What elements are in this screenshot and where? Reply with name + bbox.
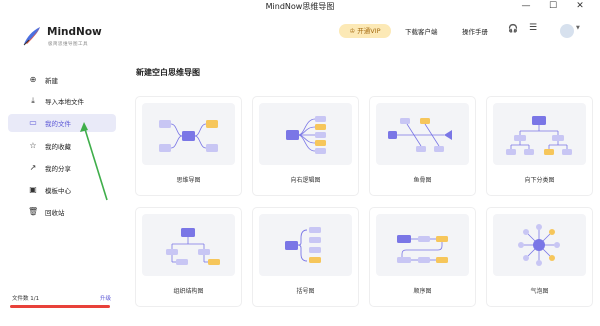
right-logic-diagram-icon [286,116,326,154]
down-tree-diagram-icon [506,116,572,155]
sidebar-item-my-files[interactable]: ▭ 我的文件 [8,114,116,132]
vip-button-label: 开通VIP [357,27,381,35]
headset-icon[interactable]: 🎧 [508,24,518,33]
sidebar-item-label: 我的收藏 [45,143,71,151]
app-name: MindNow [47,26,102,38]
upgrade-link[interactable]: 升级 [100,294,111,302]
sidebar-item-templates[interactable]: ▣ 模板中心 [8,181,116,199]
download-client-link[interactable]: 下载客户端 [405,26,438,36]
file-count: 文件数 1/1 [12,296,40,302]
window-title: MindNow思维导图 [265,2,335,11]
template-card-sequence[interactable]: 顺序图 [369,207,476,307]
main-content: ♔ 开通VIP 下载客户端 操作手册 🎧 ☰ ▼ 新建空白思维导图 思维导图 向… [124,14,600,326]
title-bar: MindNow思维导图 — ☐ ✕ [0,0,600,14]
bracket-diagram-icon [285,227,321,263]
template-card-label: 括号图 [296,288,315,295]
template-card-label: 顺序图 [413,288,432,295]
vip-button[interactable]: ♔ 开通VIP [339,24,391,38]
bubble-diagram-icon [518,224,560,266]
top-bar: ♔ 开通VIP 下载客户端 操作手册 🎧 ☰ ▼ [124,14,600,50]
chevron-down-icon[interactable]: ▼ [576,25,580,31]
template-card-down-tree[interactable]: 向下分类图 [486,96,593,196]
sidebar-item-trash[interactable]: 🗑 回收站 [8,203,116,221]
trash-icon: 🗑 [28,207,39,216]
star-icon: ☆ [29,141,37,150]
sequence-diagram-icon [397,235,448,263]
template-card-bracket[interactable]: 括号图 [252,207,359,307]
template-card-fishbone[interactable]: 鱼骨图 [369,96,476,196]
template-icon: ▣ [29,185,37,194]
sidebar-item-label: 回收站 [45,209,65,217]
sidebar-item-label: 我的分享 [45,165,71,173]
folder-icon: ▭ [29,118,37,127]
template-card-label: 鱼骨图 [413,177,432,184]
share-icon: ↗ [29,163,37,172]
template-card-mindmap[interactable]: 思维导图 [135,96,242,196]
crown-icon: ♔ [349,27,356,35]
close-button[interactable]: ✕ [569,0,591,14]
sidebar-item-favorites[interactable]: ☆ 我的收藏 [8,137,116,155]
app-tagline: 极简思维导图工具 [48,42,88,47]
section-title: 新建空白思维导图 [136,68,200,77]
template-card-right-logic[interactable]: 向右逻辑图 [252,96,359,196]
sidebar-item-label: 模板中心 [45,187,71,195]
app-logo-icon [23,27,40,46]
menu-icon[interactable]: ☰ [529,23,537,33]
sidebar-item-import[interactable]: ⤓ 导入本地文件 [8,92,116,110]
import-icon: ⤓ [31,96,35,105]
sidebar-item-label: 我的文件 [45,120,71,128]
plus-circle-icon: ⊕ [29,75,37,84]
sidebar-item-label: 新建 [45,77,58,85]
template-card-label: 组织结构图 [173,288,204,295]
sidebar: MindNow 极简思维导图工具 ⊕ 新建 ⤓ 导入本地文件 ▭ 我的文件 ☆ … [0,14,124,326]
maximize-button[interactable]: ☐ [542,0,564,14]
sidebar-item-label: 导入本地文件 [45,98,84,106]
fishbone-diagram-icon [388,118,452,152]
sidebar-item-new[interactable]: ⊕ 新建 [8,71,116,89]
template-card-label: 气泡图 [530,288,549,295]
template-card-label: 向下分类图 [524,177,555,184]
avatar[interactable] [560,24,574,38]
mindmap-diagram-icon [159,120,218,152]
template-card-label: 思维导图 [176,177,201,184]
manual-link[interactable]: 操作手册 [462,26,488,36]
sidebar-item-shares[interactable]: ↗ 我的分享 [8,159,116,177]
app-window: MindNow思维导图 — ☐ ✕ MindNow 极简思维导图工具 ⊕ 新建 … [0,0,600,326]
org-chart-icon [166,228,220,265]
template-card-bubble[interactable]: 气泡图 [486,207,593,307]
template-card-org-chart[interactable]: 组织结构图 [135,207,242,307]
template-card-label: 向右逻辑图 [290,177,321,184]
minimize-button[interactable]: — [515,0,537,14]
annotation-underline [10,305,110,308]
